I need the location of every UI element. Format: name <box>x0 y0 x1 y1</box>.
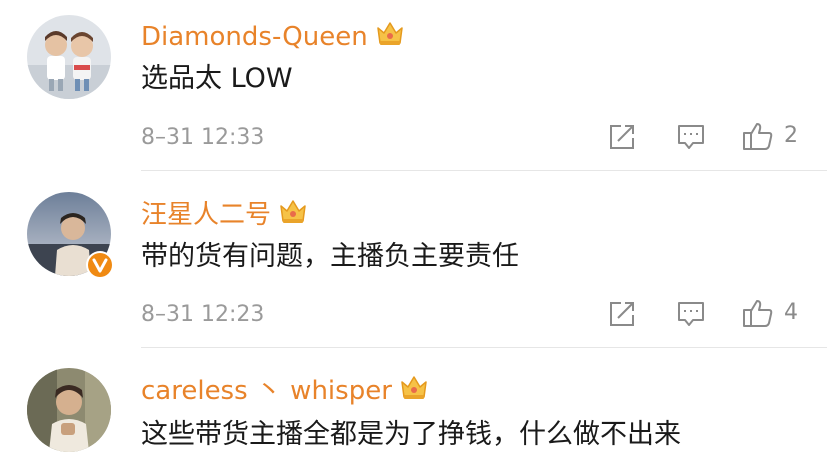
crown-badge-icon <box>399 373 429 408</box>
comment-item: careless 丶 whisper 这些带货主播全都是为了挣钱，什么做不出来 <box>0 0 827 467</box>
comment-text: 这些带货主播全都是为了挣钱，什么做不出来 <box>141 419 681 450</box>
avatar[interactable] <box>27 368 111 452</box>
man-avatar-icon <box>27 368 111 452</box>
comment-feed: Diamonds-Queen 选品太 LOW 8–31 12:33 2 汪星人二… <box>0 0 827 467</box>
username[interactable]: careless 丶 whisper <box>141 373 429 408</box>
